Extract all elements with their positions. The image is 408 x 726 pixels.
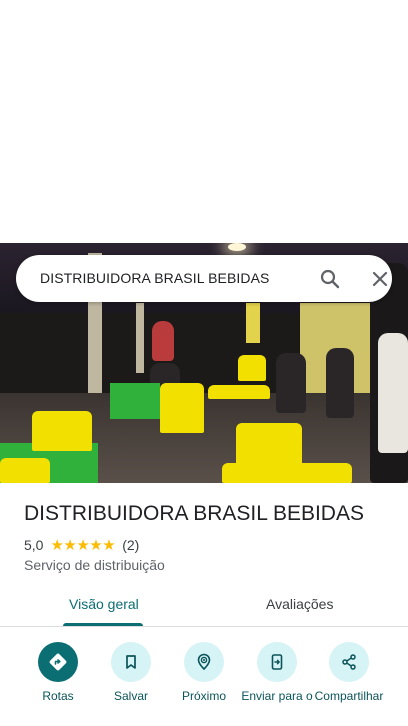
ceiling-light: [228, 243, 246, 251]
send-to-phone-label: Enviar para o: [241, 689, 313, 703]
rating-value: 5,0: [24, 537, 44, 553]
directions-icon: [38, 642, 78, 682]
share-label: Compartilhar: [314, 689, 384, 703]
photo-speaker: [326, 348, 354, 418]
save-label: Salvar: [113, 689, 148, 703]
photo-chair: [32, 411, 92, 451]
tab-overview[interactable]: Visão geral: [69, 596, 139, 612]
rating-row[interactable]: 5,0 ★★★★★ (2): [24, 536, 139, 554]
photo-chair: [238, 355, 266, 381]
directions-label: Rotas: [42, 689, 74, 703]
photo-chair: [0, 458, 50, 483]
search-icon[interactable]: [318, 267, 342, 291]
nearby-icon: [184, 642, 224, 682]
send-to-phone-button[interactable]: Enviar para o: [241, 642, 313, 703]
save-button[interactable]: Salvar: [95, 642, 167, 703]
bookmark-icon: [111, 642, 151, 682]
nearby-label: Próximo: [181, 689, 226, 703]
search-bar[interactable]: DISTRIBUIDORA BRASIL BEBIDAS: [16, 255, 392, 302]
photo-chair: [236, 423, 302, 467]
nearby-button[interactable]: Próximo: [168, 642, 240, 703]
directions-button[interactable]: Rotas: [22, 642, 94, 703]
photo-person: [276, 353, 306, 413]
search-input[interactable]: DISTRIBUIDORA BRASIL BEBIDAS: [40, 270, 269, 286]
share-icon: [329, 642, 369, 682]
photo-table: [110, 383, 160, 419]
tab-divider: [0, 626, 408, 627]
close-icon[interactable]: [368, 267, 392, 291]
star-rating-icon: ★★★★★: [50, 537, 116, 554]
photo-table: [222, 463, 352, 483]
send-to-phone-icon: [257, 642, 297, 682]
review-count[interactable]: (2): [122, 537, 139, 553]
photo-wall: [246, 303, 260, 343]
tab-reviews[interactable]: Avaliações: [266, 596, 333, 612]
photo-person: [152, 321, 174, 361]
place-title: DISTRIBUIDORA BRASIL BEBIDAS: [24, 502, 364, 525]
photo-person: [378, 333, 408, 453]
place-category: Serviço de distribuição: [24, 557, 165, 573]
photo-pillar: [136, 303, 144, 373]
photo-table: [208, 385, 270, 399]
share-button[interactable]: Compartilhar: [313, 642, 385, 703]
photo-chair: [160, 383, 204, 433]
